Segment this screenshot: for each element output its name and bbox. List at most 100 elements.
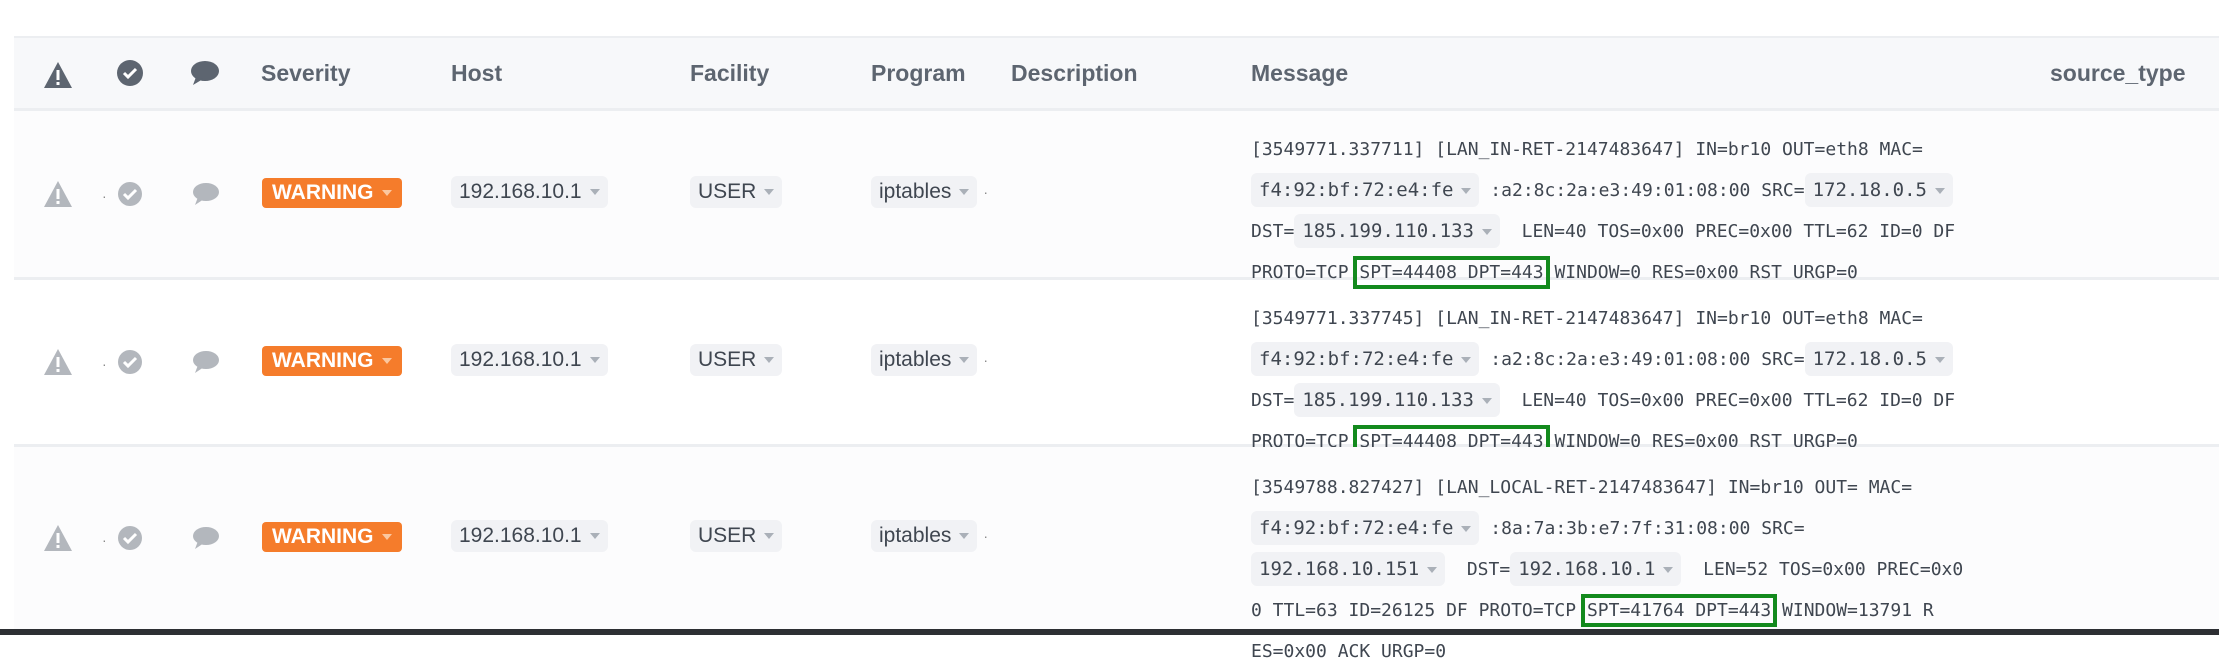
message-line: 192.168.10.151 DST= 192.168.10.1 LEN=52 T…	[1251, 549, 1963, 590]
message-token-tag[interactable]: f4:92:bf:72:e4:fe	[1251, 342, 1480, 376]
message-text: :a2:8c:2a:e3:49:01:08:00 SRC=	[1479, 349, 1805, 370]
severity-badge[interactable]: WARNING	[262, 346, 402, 376]
chevron-down-icon	[1427, 566, 1438, 573]
message-line: DST= 185.199.110.133 LEN=40 TOS=0x00 PREC…	[1251, 211, 1955, 252]
column-description[interactable]: Description	[1011, 38, 1138, 108]
message-line: DST= 185.199.110.133 LEN=40 TOS=0x00 PREC…	[1251, 380, 1955, 421]
column-host[interactable]: Host	[451, 38, 502, 108]
separator-dot: ·	[102, 188, 107, 204]
host-tag[interactable]: 192.168.10.1	[451, 520, 608, 552]
message-text: LEN=52 TOS=0x00 PREC=0x0	[1681, 559, 1964, 580]
message-line: [3549771.337711] [LAN_IN-RET-2147483647]…	[1251, 129, 1955, 170]
chevron-down-icon	[959, 533, 970, 540]
message-token-tag[interactable]: 172.18.0.5	[1804, 173, 1953, 207]
chevron-down-icon	[589, 357, 600, 364]
facility-tag[interactable]: USER	[690, 344, 783, 376]
message-line: f4:92:bf:72:e4:fe :a2:8c:2a:e3:49:01:08:…	[1251, 339, 1955, 380]
alert-triangle-icon[interactable]	[43, 61, 73, 89]
check-circle-icon[interactable]	[116, 59, 144, 87]
message-line: f4:92:bf:72:e4:fe :a2:8c:2a:e3:49:01:08:…	[1251, 170, 1955, 211]
chevron-down-icon	[1934, 187, 1945, 194]
bottom-bar	[0, 629, 2219, 635]
message-text: LEN=40 TOS=0x00 PREC=0x00 TTL=62 ID=0 DF	[1499, 390, 1956, 411]
alert-triangle-icon[interactable]	[43, 348, 73, 376]
program-tag[interactable]: iptables	[871, 176, 978, 208]
column-message[interactable]: Message	[1251, 38, 1348, 108]
severity-badge[interactable]: WARNING	[262, 178, 402, 208]
message-cell: [3549771.337711] [LAN_IN-RET-2147483647]…	[1251, 129, 1955, 293]
comment-icon[interactable]	[191, 525, 221, 551]
column-source-type[interactable]: source_type	[2050, 38, 2186, 108]
column-facility[interactable]: Facility	[690, 38, 769, 108]
chevron-down-icon	[764, 189, 775, 196]
alert-triangle-icon[interactable]	[43, 524, 73, 552]
program-tag[interactable]: iptables	[871, 344, 978, 376]
chevron-down-icon	[1934, 356, 1945, 363]
message-text: LEN=40 TOS=0x00 PREC=0x00 TTL=62 ID=0 DF	[1499, 221, 1956, 242]
chevron-down-icon	[959, 189, 970, 196]
column-severity[interactable]: Severity	[261, 38, 351, 108]
check-circle-icon[interactable]	[116, 348, 144, 376]
chevron-down-icon	[1461, 356, 1472, 363]
message-line: [3549788.827427] [LAN_LOCAL-RET-21474836…	[1251, 467, 1963, 508]
check-circle-icon[interactable]	[116, 180, 144, 208]
check-circle-icon[interactable]	[116, 524, 144, 552]
separator-dot: ·	[983, 184, 989, 200]
separator-dot: ·	[983, 528, 989, 544]
message-line: 0 TTL=63 ID=26125 DF PROTO=TCP SPT=41764…	[1251, 590, 1963, 631]
message-cell: [3549771.337745] [LAN_IN-RET-2147483647]…	[1251, 298, 1955, 462]
message-token-tag[interactable]: 172.18.0.5	[1804, 342, 1953, 376]
message-text: :8a:7a:3b:e7:7f:31:08:00 SRC=	[1479, 518, 1805, 539]
message-text: [3549771.337711] [LAN_IN-RET-2147483647]…	[1251, 139, 1923, 160]
message-cell: [3549788.827427] [LAN_LOCAL-RET-21474836…	[1251, 467, 1963, 672]
table-row[interactable]: · WARNING 192.168.10.1 USER iptables · [3…	[14, 280, 2219, 458]
facility-tag[interactable]: USER	[690, 520, 783, 552]
chevron-down-icon	[381, 190, 392, 197]
chevron-down-icon	[381, 534, 392, 541]
message-token-tag[interactable]: 185.199.110.133	[1294, 383, 1500, 417]
host-tag[interactable]: 192.168.10.1	[451, 344, 608, 376]
message-text: WINDOW=13791 R	[1771, 600, 1934, 621]
chevron-down-icon	[589, 189, 600, 196]
chevron-down-icon	[764, 533, 775, 540]
message-line: [3549771.337745] [LAN_IN-RET-2147483647]…	[1251, 298, 1955, 339]
comment-icon[interactable]	[191, 181, 221, 207]
message-text: ES=0x00 ACK URGP=0	[1251, 641, 1447, 662]
message-text: :a2:8c:2a:e3:49:01:08:00 SRC=	[1479, 180, 1805, 201]
message-token-tag[interactable]: f4:92:bf:72:e4:fe	[1251, 173, 1480, 207]
highlighted-ports: SPT=41764 DPT=443	[1580, 594, 1778, 627]
facility-tag[interactable]: USER	[690, 176, 783, 208]
message-token-tag[interactable]: 192.168.10.151	[1251, 552, 1446, 586]
chevron-down-icon	[1481, 228, 1492, 235]
message-line: ES=0x00 ACK URGP=0	[1251, 631, 1963, 672]
message-text: [3549788.827427] [LAN_LOCAL-RET-21474836…	[1251, 477, 1913, 498]
separator-dot: ·	[983, 352, 989, 368]
chevron-down-icon	[1461, 187, 1472, 194]
table-row[interactable]: · WARNING 192.168.10.1 USER iptables · [3…	[14, 111, 2219, 289]
chevron-down-icon	[959, 357, 970, 364]
chevron-down-icon	[1481, 397, 1492, 404]
message-line: f4:92:bf:72:e4:fe :8a:7a:3b:e7:7f:31:08:…	[1251, 508, 1963, 549]
chevron-down-icon	[764, 357, 775, 364]
message-token-tag[interactable]: 192.168.10.1	[1510, 552, 1682, 586]
alert-triangle-icon[interactable]	[43, 180, 73, 208]
chevron-down-icon	[589, 533, 600, 540]
comment-icon[interactable]	[191, 349, 221, 375]
table-header: Severity Host Facility Program Descripti…	[14, 38, 2219, 111]
message-text: DST=	[1445, 559, 1511, 580]
column-program[interactable]: Program	[871, 38, 966, 108]
message-token-tag[interactable]: 185.199.110.133	[1294, 214, 1500, 248]
comment-icon[interactable]	[190, 60, 220, 86]
message-text: 0 TTL=63 ID=26125 DF PROTO=TCP	[1251, 600, 1587, 621]
chevron-down-icon	[1461, 525, 1472, 532]
table-row[interactable]: · WARNING 192.168.10.1 USER iptables · [3…	[14, 447, 2219, 662]
message-text: DST=	[1251, 390, 1295, 411]
message-token-tag[interactable]: f4:92:bf:72:e4:fe	[1251, 511, 1480, 545]
host-tag[interactable]: 192.168.10.1	[451, 176, 608, 208]
severity-badge[interactable]: WARNING	[262, 522, 402, 552]
log-table: Severity Host Facility Program Descripti…	[14, 36, 2219, 662]
program-tag[interactable]: iptables	[871, 520, 978, 552]
message-text: DST=	[1251, 221, 1295, 242]
separator-dot: ·	[102, 532, 107, 548]
message-text: [3549771.337745] [LAN_IN-RET-2147483647]…	[1251, 308, 1923, 329]
